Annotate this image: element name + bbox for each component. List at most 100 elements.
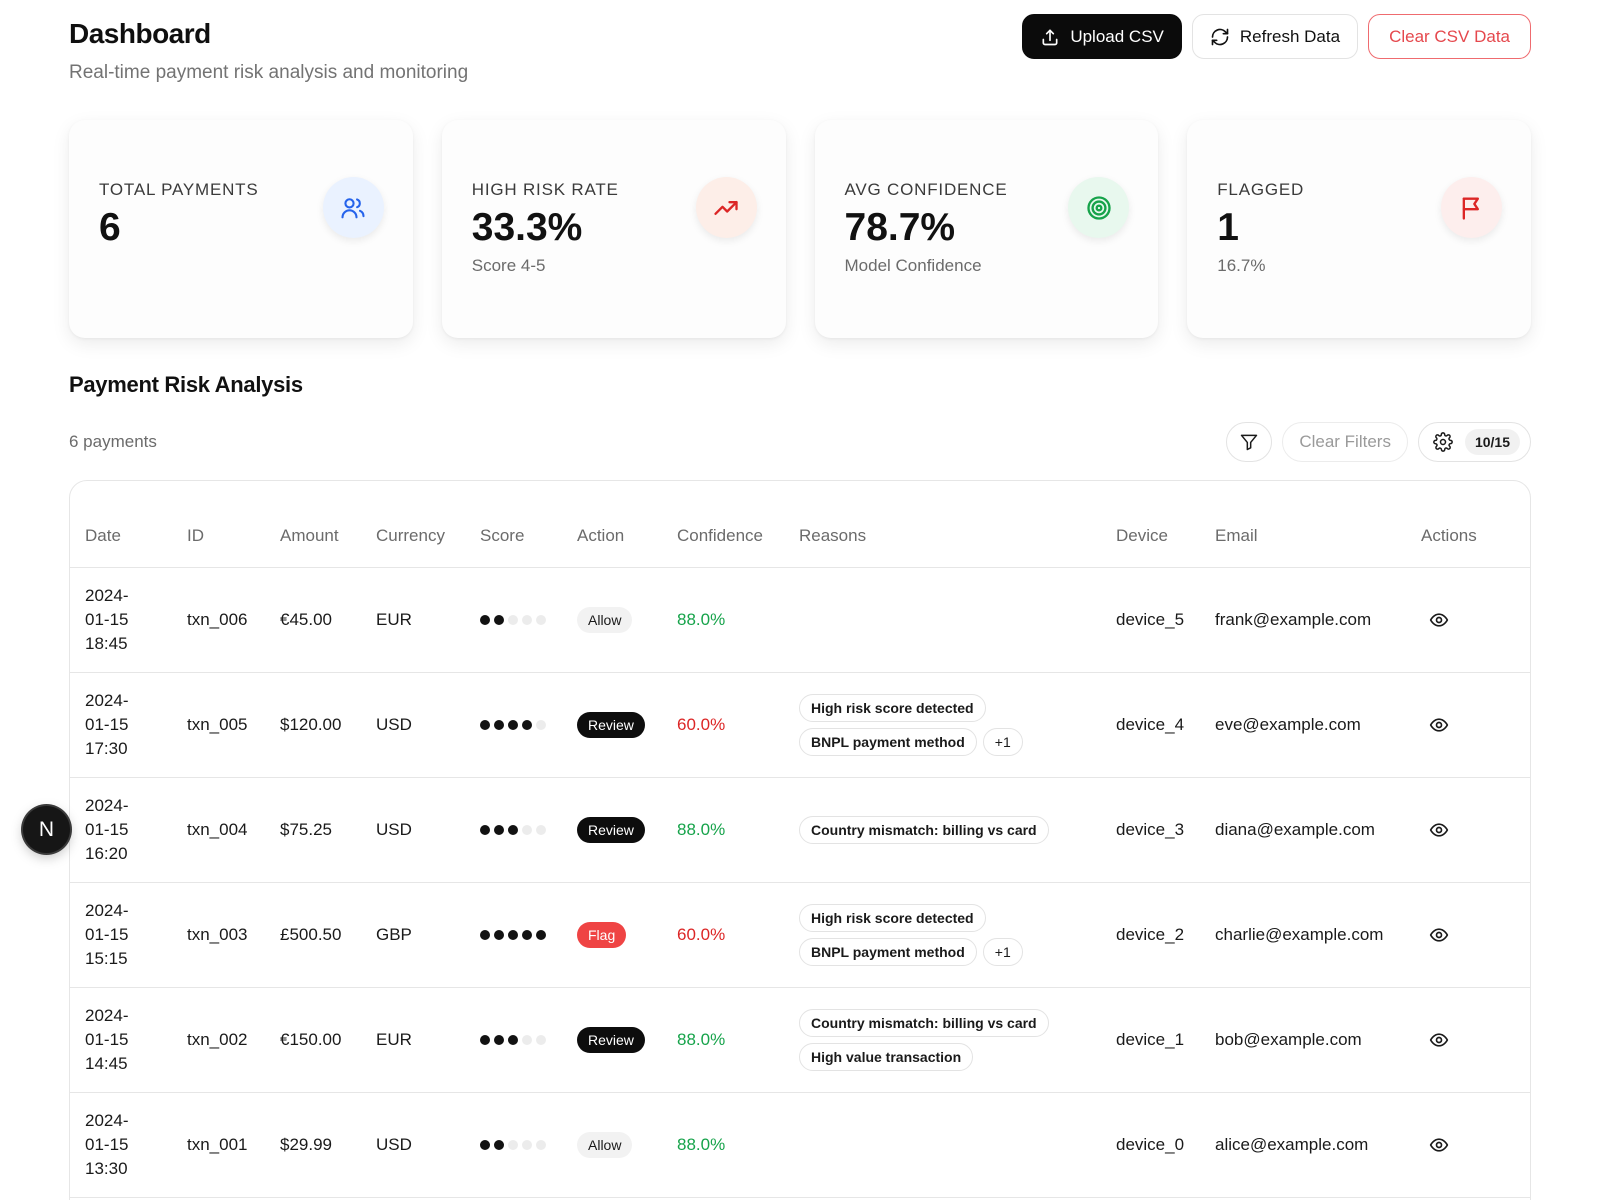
cell-confidence: 88.0% (677, 1092, 799, 1197)
cell-id: txn_006 (187, 567, 280, 672)
reason-chip: BNPL payment method (799, 728, 977, 756)
cell-device: device_2 (1116, 882, 1215, 987)
filter-icon (1239, 432, 1259, 452)
cell-id: txn_001 (187, 1092, 280, 1197)
eye-icon (1429, 715, 1449, 735)
column-header-date[interactable]: Date (70, 481, 187, 567)
eye-icon (1429, 820, 1449, 840)
gear-icon (1433, 432, 1453, 452)
cell-id: txn_003 (187, 882, 280, 987)
table-row[interactable]: 2024- 01-15 13:30txn_001$29.99USDAllow88… (70, 1092, 1531, 1197)
table-row[interactable]: 2024- 01-15 16:20txn_004$75.25USDReview8… (70, 777, 1531, 882)
cell-amount: €45.00 (280, 567, 376, 672)
cell-date: 2024- 01-15 17:30 (70, 672, 187, 777)
cell-device: device_4 (1116, 672, 1215, 777)
column-header-action[interactable]: Action (577, 481, 677, 567)
column-header-id[interactable]: ID (187, 481, 280, 567)
nextjs-dev-button[interactable]: N (23, 806, 70, 853)
refresh-data-button[interactable]: Refresh Data (1192, 14, 1358, 59)
column-header-reasons[interactable]: Reasons (799, 481, 1116, 567)
table-row[interactable]: 2024- 01-15 14:45txn_002€150.00EURReview… (70, 987, 1531, 1092)
reason-chip: High value transaction (799, 1043, 973, 1071)
score-dot (536, 930, 546, 940)
flag-icon (1458, 194, 1486, 222)
column-header-currency[interactable]: Currency (376, 481, 480, 567)
column-header-confidence[interactable]: Confidence (677, 481, 799, 567)
cell-score (480, 777, 577, 882)
action-badge: Flag (577, 922, 626, 948)
stat-card-avg-confidence: AVG CONFIDENCE 78.7% Model Confidence (815, 120, 1159, 338)
cell-reasons (799, 567, 1116, 672)
stat-cards: TOTAL PAYMENTS 6 HIGH RISK RATE 33.3% Sc… (69, 120, 1531, 338)
action-badge: Review (577, 817, 645, 843)
table-row[interactable]: 2024- 01-15 18:45txn_006€45.00EURAllow88… (70, 567, 1531, 672)
cell-confidence: 88.0% (677, 777, 799, 882)
view-details-button[interactable] (1421, 1135, 1531, 1155)
column-header-email[interactable]: Email (1215, 481, 1421, 567)
upload-csv-label: Upload CSV (1070, 27, 1164, 47)
reasons-list: Country mismatch: billing vs cardHigh va… (799, 1009, 1116, 1071)
users-icon (339, 194, 367, 222)
cell-date: 2024- 01-15 15:15 (70, 882, 187, 987)
eye-icon (1429, 1135, 1449, 1155)
reason-chip: BNPL payment method (799, 938, 977, 966)
payments-table: Date ID Amount Currency Score Action Con… (69, 480, 1531, 1200)
filter-button[interactable] (1226, 422, 1272, 462)
cell-confidence: 60.0% (677, 882, 799, 987)
cell-confidence: 88.0% (677, 567, 799, 672)
cell-reasons: Country mismatch: billing vs card (799, 777, 1116, 882)
card-icon-wrap (1441, 177, 1502, 238)
score-dot (508, 825, 518, 835)
action-badge: Review (577, 1027, 645, 1053)
cell-email: bob@example.com (1215, 987, 1421, 1092)
cell-amount: €150.00 (280, 987, 376, 1092)
table-row[interactable]: 2024- 01-15 17:30txn_005$120.00USDReview… (70, 672, 1531, 777)
card-sub: 16.7% (1217, 256, 1501, 276)
section-title: Payment Risk Analysis (69, 372, 303, 398)
table-body: 2024- 01-15 18:45txn_006€45.00EURAllow88… (70, 567, 1531, 1197)
score-dot (508, 1035, 518, 1045)
table-row[interactable]: 2024- 01-15 15:15txn_003£500.50GBPFlag60… (70, 882, 1531, 987)
score-dots (480, 1035, 577, 1045)
clear-csv-button[interactable]: Clear CSV Data (1368, 14, 1531, 59)
score-dot (480, 615, 490, 625)
view-details-button[interactable] (1421, 715, 1531, 735)
cell-action: Review (577, 987, 677, 1092)
eye-icon (1429, 925, 1449, 945)
eye-icon (1429, 1030, 1449, 1050)
reason-row: High risk score detected (799, 694, 986, 722)
score-dot (536, 825, 546, 835)
column-header-amount[interactable]: Amount (280, 481, 376, 567)
view-details-button[interactable] (1421, 925, 1531, 945)
stat-card-high-risk-rate: HIGH RISK RATE 33.3% Score 4-5 (442, 120, 786, 338)
cell-date: 2024- 01-15 14:45 (70, 987, 187, 1092)
column-settings-button[interactable]: 10/15 (1418, 422, 1531, 462)
column-header-score[interactable]: Score (480, 481, 577, 567)
stat-card-total-payments: TOTAL PAYMENTS 6 (69, 120, 413, 338)
cell-score (480, 567, 577, 672)
score-dot (508, 930, 518, 940)
more-reasons-chip[interactable]: +1 (983, 728, 1023, 756)
cell-email: eve@example.com (1215, 672, 1421, 777)
more-reasons-chip[interactable]: +1 (983, 938, 1023, 966)
view-details-button[interactable] (1421, 820, 1531, 840)
cell-email: frank@example.com (1215, 567, 1421, 672)
reason-row: High value transaction (799, 1043, 973, 1071)
clear-filters-button[interactable]: Clear Filters (1282, 422, 1408, 462)
table-toolbar: Clear Filters 10/15 (1226, 422, 1531, 462)
cell-actions (1421, 567, 1531, 672)
view-details-button[interactable] (1421, 1030, 1531, 1050)
cell-reasons: Country mismatch: billing vs cardHigh va… (799, 987, 1116, 1092)
score-dot (508, 720, 518, 730)
upload-csv-button[interactable]: Upload CSV (1022, 14, 1182, 59)
target-icon (1085, 194, 1113, 222)
cell-amount: $29.99 (280, 1092, 376, 1197)
card-icon-wrap (1068, 177, 1129, 238)
cell-device: device_0 (1116, 1092, 1215, 1197)
cell-confidence: 88.0% (677, 987, 799, 1092)
view-details-button[interactable] (1421, 610, 1531, 630)
cell-amount: $120.00 (280, 672, 376, 777)
column-header-device[interactable]: Device (1116, 481, 1215, 567)
score-dot (480, 1140, 490, 1150)
cell-email: diana@example.com (1215, 777, 1421, 882)
